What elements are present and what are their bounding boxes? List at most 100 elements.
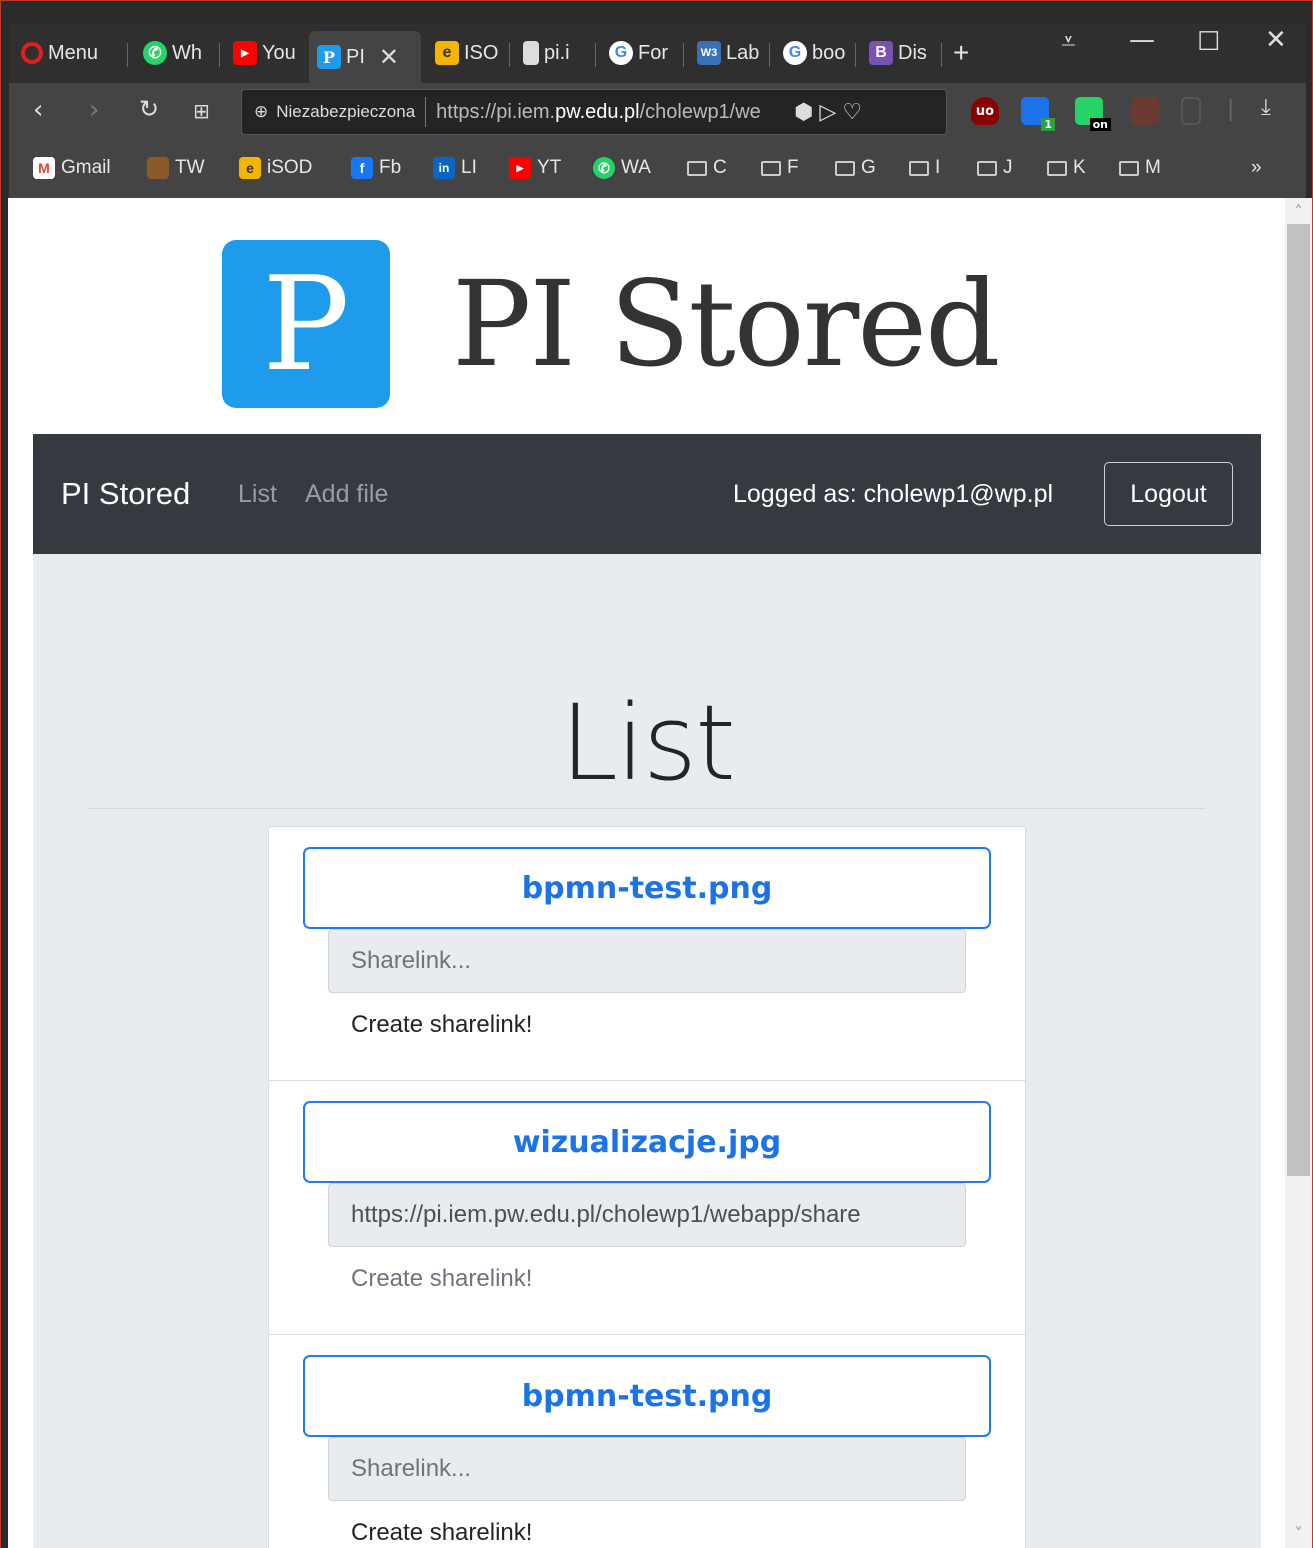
linkedin-icon: in: [433, 157, 455, 179]
tab-google-forms[interactable]: G For: [601, 33, 679, 73]
file-name-button[interactable]: bpmn-test.png: [303, 847, 991, 929]
extension-icon[interactable]: [1131, 97, 1159, 125]
send-icon[interactable]: ▷: [819, 99, 842, 124]
close-window-icon[interactable]: ✕: [1265, 25, 1287, 55]
logged-user-text: Logged as: cholewp1@wp.pl: [733, 480, 1054, 508]
tab-pi-stored[interactable]: P PI ✕: [309, 31, 421, 83]
chat-extension-icon[interactable]: 1: [1021, 97, 1055, 131]
folder-icon: [835, 160, 855, 176]
nav-link-list[interactable]: List: [238, 480, 277, 509]
bookmark-yt[interactable]: ▶ YT: [509, 157, 561, 179]
tab-bootstrap[interactable]: B Dis: [861, 33, 939, 73]
file-name-button[interactable]: wizualizacje.jpg: [303, 1101, 991, 1183]
page-title: List: [560, 682, 736, 804]
reload-icon[interactable]: ↻: [139, 95, 159, 123]
bookmark-folder-i[interactable]: I: [909, 157, 940, 179]
bookmark-fb[interactable]: f Fb: [351, 157, 401, 179]
content-area: List bpmn-test.png Sharelink... Create s…: [33, 554, 1261, 1548]
address-bar-row: ‹ › ↻ ⊞ ⊕ Niezabezpieczona https://pi.ie…: [9, 83, 1306, 141]
main-navbar: PI Stored List Add file Logged as: chole…: [33, 434, 1261, 554]
bookmark-folder-j[interactable]: J: [977, 157, 1013, 179]
folder-icon: [1047, 160, 1067, 176]
site-title: PI Stored: [452, 255, 1001, 393]
list-item: bpmn-test.png Sharelink... Create sharel…: [269, 1335, 1025, 1548]
logout-button[interactable]: Logout: [1104, 462, 1233, 526]
bookmark-folder-m[interactable]: M: [1119, 157, 1161, 179]
bookmark-folder-c[interactable]: C: [687, 157, 727, 179]
google-icon: G: [783, 41, 807, 65]
file-icon: [523, 41, 539, 65]
download-icon[interactable]: ⤓: [1261, 95, 1271, 120]
sharelink-input[interactable]: Sharelink...: [328, 929, 966, 993]
bookmark-folder-f[interactable]: F: [761, 157, 799, 179]
whatsapp-icon: ✆: [143, 41, 167, 65]
create-sharelink-link[interactable]: Create sharelink!: [351, 1011, 532, 1039]
bookmark-wa[interactable]: ✆ WA: [593, 157, 651, 179]
file-list: bpmn-test.png Sharelink... Create sharel…: [268, 826, 1026, 1548]
sharelink-input[interactable]: Sharelink...: [328, 1437, 966, 1501]
sharelink-input[interactable]: https://pi.iem.pw.edu.pl/cholewp1/webapp…: [328, 1183, 966, 1247]
opera-menu-button[interactable]: Menu: [13, 33, 121, 73]
url-text[interactable]: https://pi.iem.pw.edu.pl/cholewp1/we: [426, 101, 786, 124]
facebook-icon: f: [351, 157, 373, 179]
tab-youtube[interactable]: ▶ You: [225, 33, 305, 73]
list-item: bpmn-test.png Sharelink... Create sharel…: [269, 827, 1025, 1081]
bookmark-gmail[interactable]: M Gmail: [33, 157, 111, 179]
divider: [88, 808, 1206, 809]
tab-w3schools[interactable]: W3 Lab: [689, 33, 767, 73]
tab-whatsapp[interactable]: ✆ Wh: [135, 33, 213, 73]
file-name-button[interactable]: bpmn-test.png: [303, 1355, 991, 1437]
tab-bar: Menu ✆ Wh ▶ You P PI ✕ e ISO pi.i G For: [9, 23, 1306, 83]
cube-icon[interactable]: ⬢: [794, 99, 819, 124]
minimize-icon[interactable]: —: [1129, 25, 1155, 55]
bootstrap-icon: B: [869, 41, 893, 65]
folder-icon: [1119, 160, 1139, 176]
back-icon[interactable]: ‹: [33, 95, 43, 125]
address-field[interactable]: ⊕ Niezabezpieczona https://pi.iem.pw.edu…: [241, 89, 947, 135]
page-viewport: P PI Stored PI Stored List Add file Logg…: [8, 198, 1285, 1548]
tab-pi-file[interactable]: pi.i: [515, 33, 593, 73]
youtube-icon: ▶: [509, 157, 531, 179]
pi-icon: P: [317, 45, 341, 69]
bookmark-li[interactable]: in LI: [433, 157, 477, 179]
youtube-icon: ▶: [233, 41, 257, 65]
gmail-icon: M: [33, 157, 55, 179]
tab-menu-icon[interactable]: ⩡: [1061, 27, 1076, 58]
speed-dial-icon[interactable]: ⊞: [193, 99, 210, 123]
forward-icon[interactable]: ›: [89, 95, 99, 125]
bookmark-tw[interactable]: TW: [147, 157, 205, 179]
folder-icon: [977, 160, 997, 176]
maximize-icon[interactable]: ☐: [1197, 27, 1220, 57]
close-tab-icon[interactable]: ✕: [379, 43, 399, 72]
scrollbar-thumb[interactable]: [1287, 224, 1310, 1176]
new-tab-button[interactable]: +: [945, 33, 985, 73]
w3schools-icon: W3: [697, 41, 721, 65]
bookmark-folder-k[interactable]: K: [1047, 157, 1086, 179]
folder-icon: [687, 160, 707, 176]
create-sharelink-link[interactable]: Create sharelink!: [351, 1519, 532, 1547]
heart-icon[interactable]: ♡: [842, 99, 868, 124]
bookmark-folder-g[interactable]: G: [835, 157, 876, 179]
site-header: P PI Stored: [222, 240, 1001, 408]
opera-icon: [21, 42, 43, 64]
folder-icon: [909, 160, 929, 176]
ublock-icon[interactable]: uo: [971, 97, 999, 125]
phone-icon[interactable]: [1181, 97, 1201, 125]
tab-isod[interactable]: e ISO: [427, 33, 505, 73]
isod-icon: e: [435, 41, 459, 65]
navbar-brand[interactable]: PI Stored: [61, 476, 190, 512]
globe-icon: ⊕: [254, 102, 269, 121]
scroll-down-icon[interactable]: ˅: [1285, 1524, 1312, 1543]
bookmarks-more-button[interactable]: »: [1251, 157, 1262, 179]
create-sharelink-link[interactable]: Create sharelink!: [351, 1265, 532, 1293]
nav-link-add-file[interactable]: Add file: [305, 480, 388, 509]
tab-google-books[interactable]: G boo: [775, 33, 853, 73]
scroll-up-icon[interactable]: ˄: [1285, 202, 1312, 221]
list-item: wizualizacje.jpg https://pi.iem.pw.edu.p…: [269, 1081, 1025, 1335]
vertical-scrollbar[interactable]: ˄ ˅: [1285, 198, 1312, 1548]
bookmarks-bar: M Gmail TW e iSOD f Fb in LI ▶ YT ✆ WA C F G I…: [9, 141, 1306, 199]
isod-icon: e: [239, 157, 261, 179]
whatsapp-extension-icon[interactable]: on: [1075, 97, 1111, 131]
bookmark-isod[interactable]: e iSOD: [239, 157, 312, 179]
security-indicator[interactable]: ⊕ Niezabezpieczona: [242, 97, 427, 127]
